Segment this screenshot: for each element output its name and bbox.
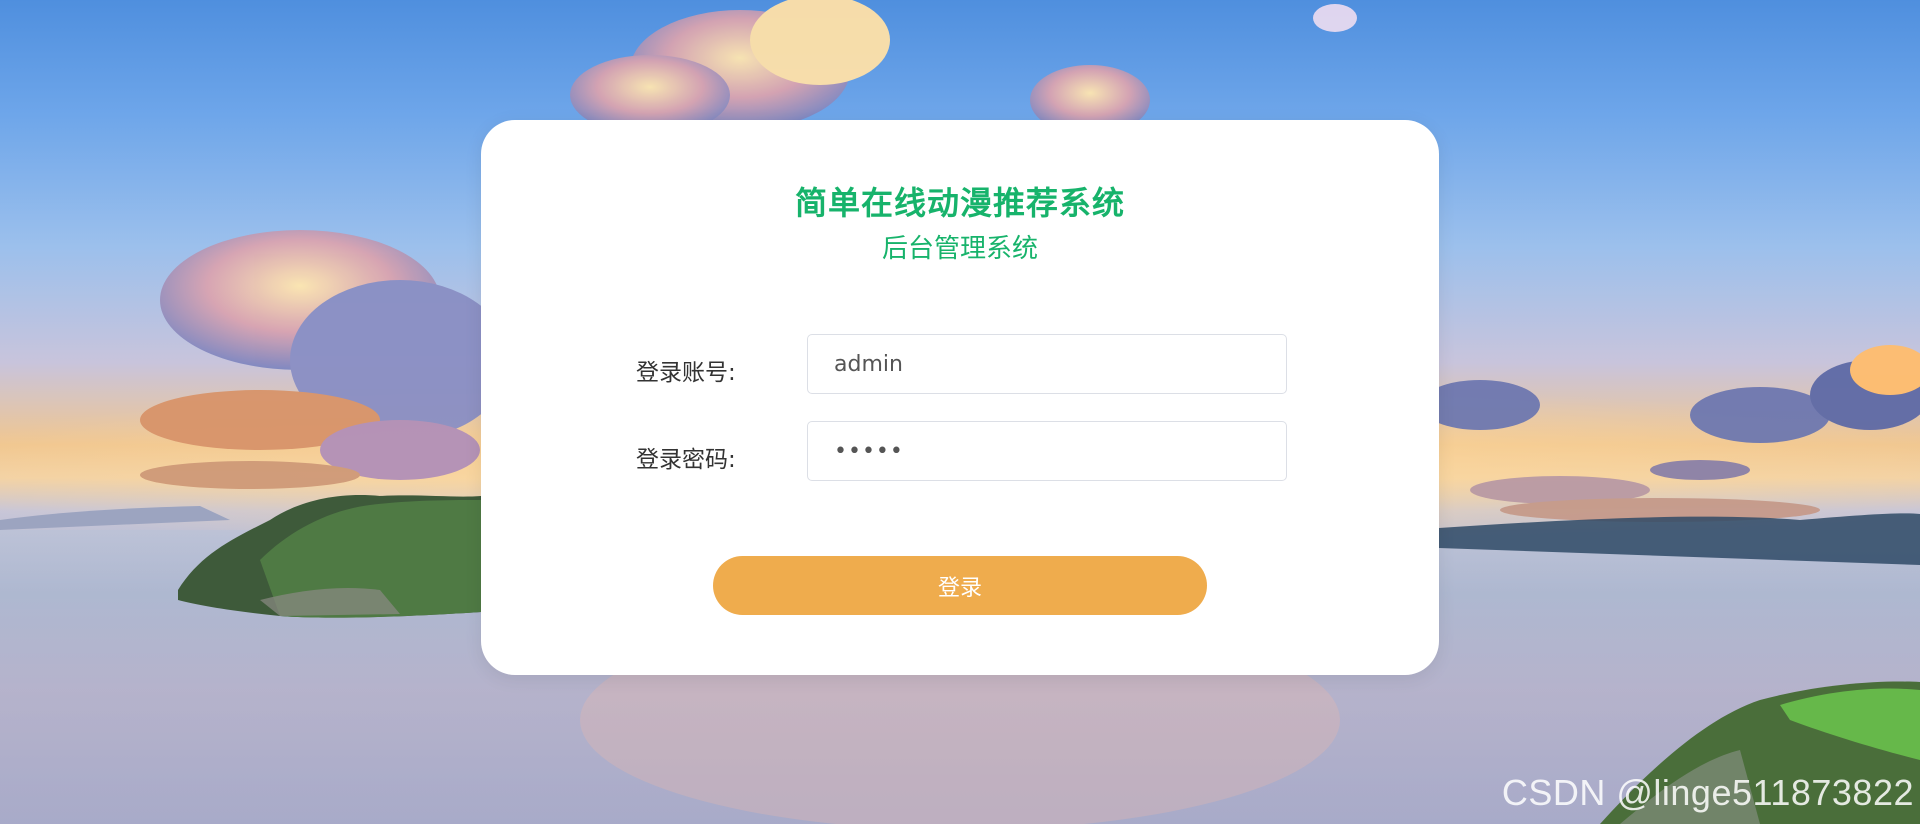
app-subtitle: 后台管理系统	[881, 234, 1038, 264]
app-title: 简单在线动漫推荐系统	[794, 184, 1125, 222]
cloud-top	[570, 0, 1357, 135]
login-page: 简单在线动漫推荐系统 后台管理系统 登录账号: 登录密码: 登录 CSDN @l…	[0, 0, 1920, 824]
login-card: 简单在线动漫推荐系统 后台管理系统 登录账号: 登录密码: 登录	[481, 120, 1439, 675]
password-input[interactable]	[807, 421, 1287, 481]
account-label: 登录账号:	[636, 360, 736, 386]
password-label: 登录密码:	[636, 447, 736, 473]
watermark: CSDN @linge511873822	[1501, 772, 1914, 813]
login-button[interactable]: 登录	[713, 556, 1207, 615]
account-input[interactable]	[807, 334, 1287, 394]
